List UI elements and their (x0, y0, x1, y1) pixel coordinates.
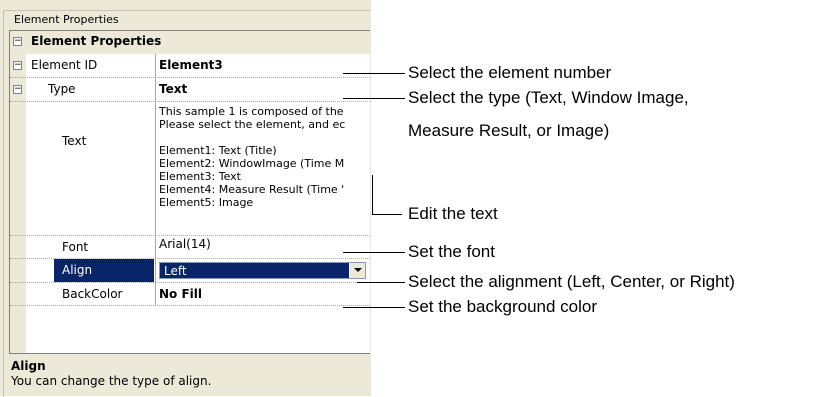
callout-type: Select the type (Text, Window Image, (408, 88, 689, 107)
property-row-backcolor[interactable]: BackColor No Fill (10, 283, 370, 306)
property-label: Align (62, 263, 93, 277)
text-line: Element3: Text (159, 170, 241, 183)
callout-line (372, 214, 402, 215)
callout-type-cont: Measure Result, or Image) (408, 121, 610, 140)
chevron-down-icon (354, 268, 362, 272)
property-row-text[interactable]: Text This sample 1 is composed of the Pl… (10, 102, 370, 236)
callout-line (357, 282, 405, 283)
property-value[interactable]: Text (159, 82, 187, 96)
text-line-blank (159, 131, 369, 144)
align-dropdown[interactable]: Left (159, 262, 366, 279)
text-line: Element2: WindowImage (Time M (159, 157, 345, 170)
text-line: Element5: Image (159, 196, 254, 209)
property-row-type[interactable]: − Type Text (10, 78, 370, 102)
callout-alignment: Select the alignment (Left, Center, or R… (408, 272, 735, 291)
callout-background: Set the background color (408, 297, 598, 316)
property-panel: Element Properties − Element Properties … (0, 0, 371, 397)
category-title: Element Properties (31, 34, 162, 48)
help-description: You can change the type of align. (11, 374, 212, 388)
property-label: BackColor (62, 287, 123, 301)
group-title: Element Properties (12, 13, 121, 27)
minus-box-icon[interactable]: − (13, 85, 22, 94)
property-value[interactable]: Arial(14) (159, 237, 211, 251)
callout-element-number: Select the element number (408, 63, 612, 82)
minus-box-icon[interactable]: − (13, 37, 22, 46)
text-line: This sample 1 is composed of the (159, 105, 344, 118)
align-dropdown-value: Left (164, 264, 187, 278)
column-divider (155, 54, 156, 77)
callout-line (372, 175, 373, 214)
callout-line (343, 98, 405, 99)
property-row-element-id[interactable]: − Element ID Element3 (10, 54, 370, 78)
property-label: Type (48, 82, 76, 96)
column-divider (155, 259, 156, 282)
callout-line (343, 307, 405, 308)
text-line: Please select the element, and ec (159, 118, 346, 131)
column-divider (155, 236, 156, 258)
help-title: Align (11, 359, 46, 373)
property-value[interactable]: No Fill (159, 287, 202, 301)
minus-box-icon[interactable]: − (13, 61, 22, 70)
callout-edit-text: Edit the text (408, 204, 498, 223)
property-value[interactable]: Element3 (159, 58, 223, 72)
column-divider (155, 78, 156, 101)
callout-line (343, 252, 405, 253)
column-divider (155, 283, 156, 305)
property-label: Element ID (31, 58, 98, 72)
callout-font: Set the font (408, 242, 495, 261)
help-pane: Align You can change the type of align. (9, 355, 369, 396)
property-grid: − Element Properties − Element ID Elemen… (9, 30, 370, 354)
dropdown-button[interactable] (349, 263, 365, 278)
callout-line (343, 73, 405, 74)
text-value-editor[interactable]: This sample 1 is composed of the Please … (159, 102, 369, 235)
property-row-align[interactable]: Align Left (10, 259, 370, 283)
text-line: Element4: Measure Result (Time ' (159, 183, 345, 196)
category-row[interactable]: − Element Properties (10, 31, 370, 54)
property-label: Font (62, 240, 89, 254)
property-label: Text (62, 134, 87, 148)
property-row-font[interactable]: Font Arial(14) (10, 236, 370, 259)
column-divider (155, 102, 156, 235)
text-line: Element1: Text (Title) (159, 144, 277, 157)
